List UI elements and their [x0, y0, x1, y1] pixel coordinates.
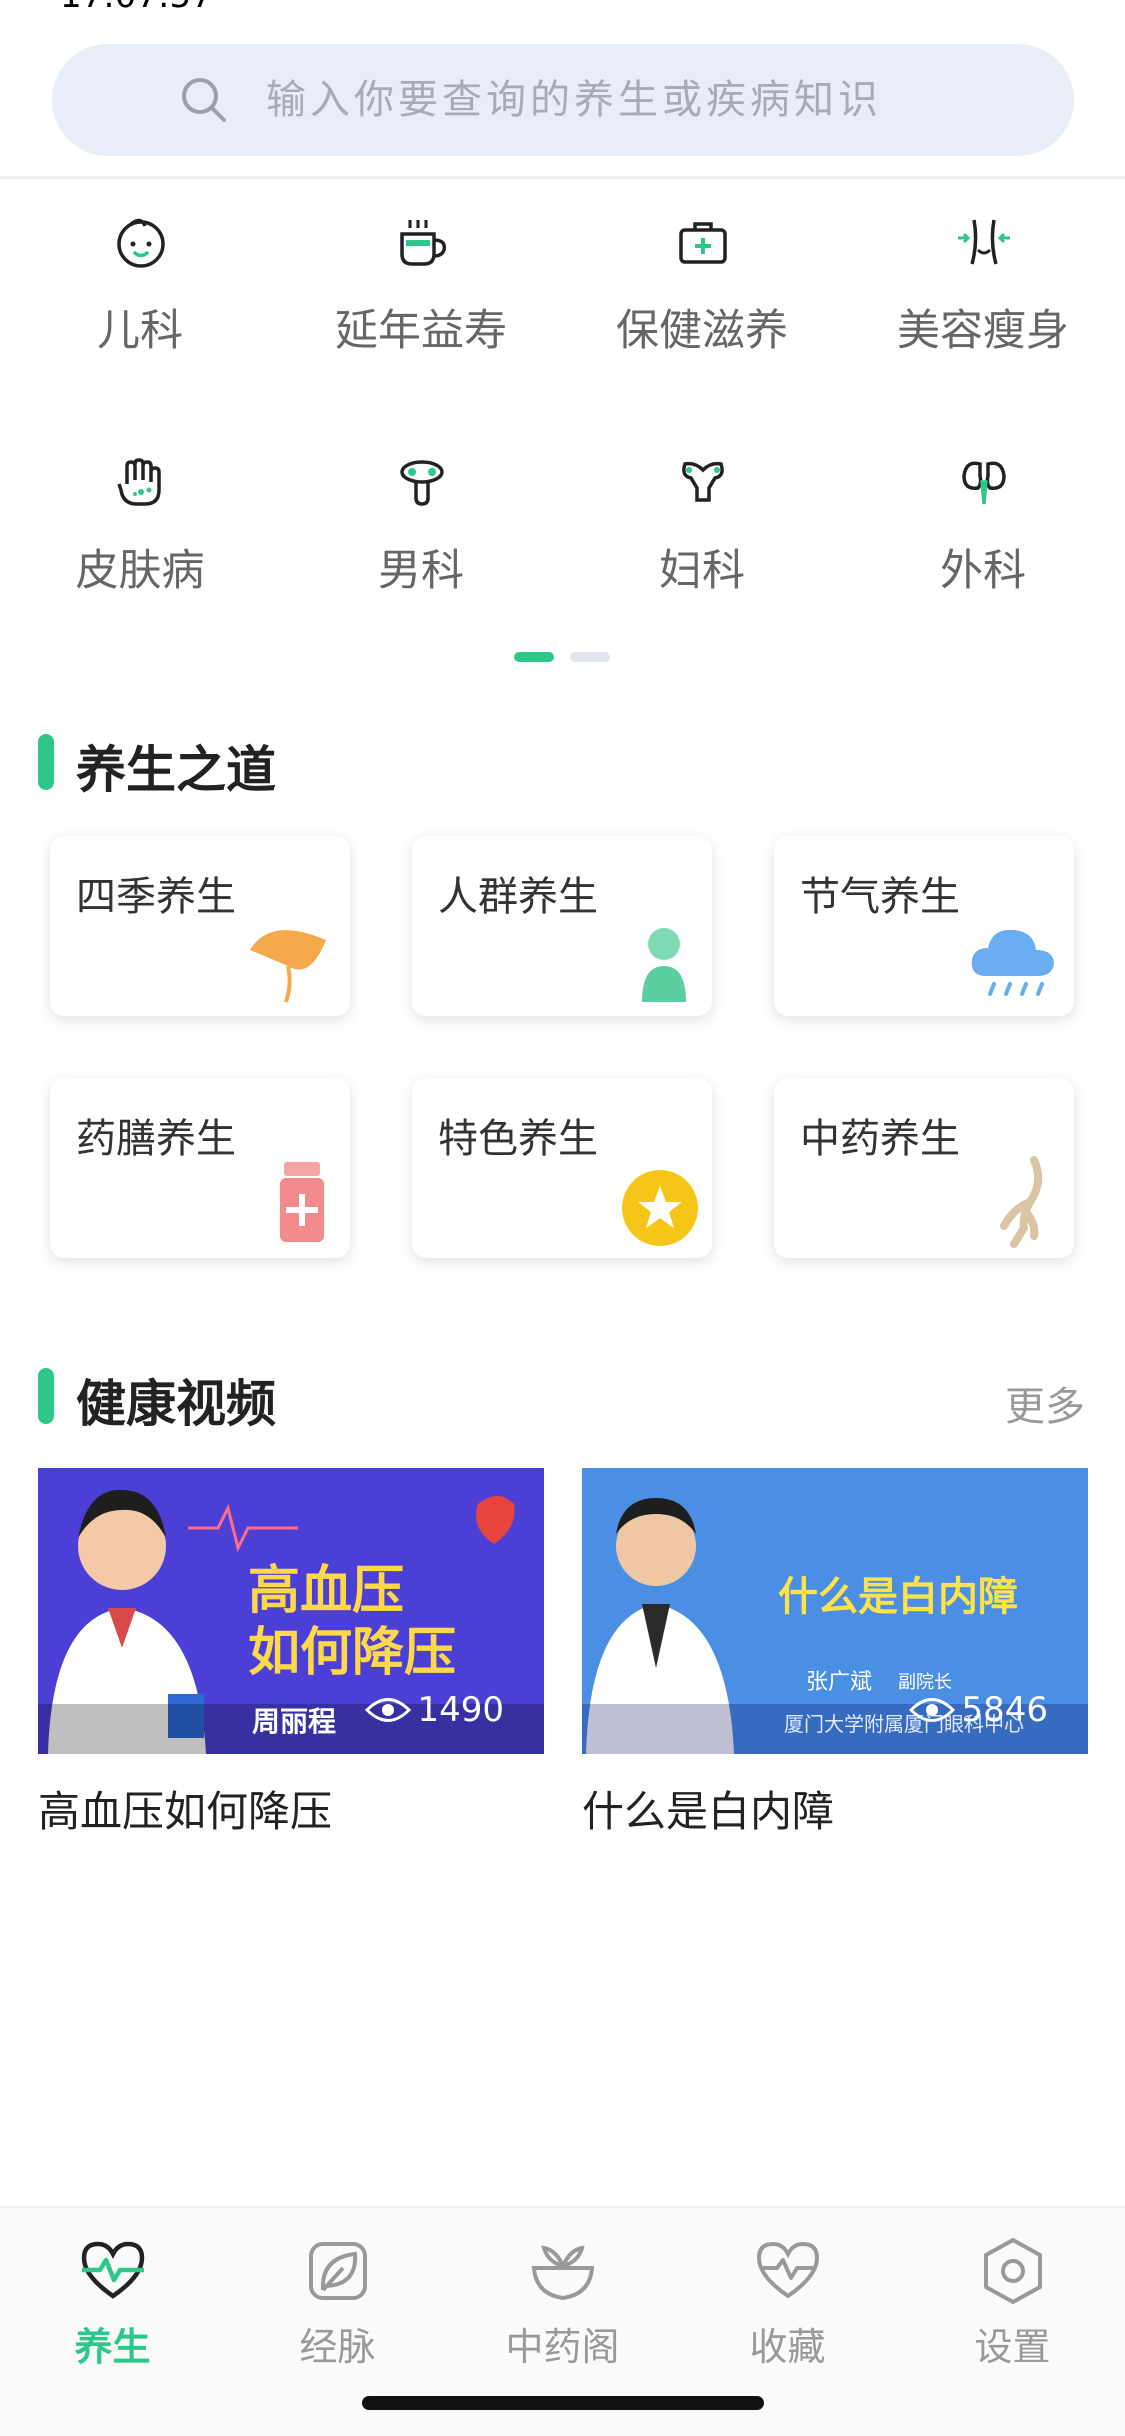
kidney-icon [962, 461, 1006, 505]
card-label: 四季养生 [76, 874, 236, 920]
category-label: 保健滋养 [616, 306, 788, 356]
eye-icon [365, 1698, 412, 1722]
section-accent-bar [38, 1368, 54, 1424]
search-icon [182, 78, 226, 122]
category-longevity[interactable]: 延年益寿 [281, 214, 561, 384]
medicine-bottle-icon [280, 1162, 324, 1242]
section-title-video: 健康视频 [76, 1375, 276, 1433]
card-population[interactable]: 人群养生 [412, 836, 712, 1016]
eye-icon [909, 1698, 956, 1722]
uterus-icon [682, 461, 724, 502]
card-label: 中药养生 [800, 1116, 960, 1162]
search-bar[interactable]: 输入你要查询的养生或疾病知识 [52, 44, 1074, 156]
category-healthcare[interactable]: 保健滋养 [562, 214, 842, 384]
medical-kit-icon [679, 222, 727, 264]
search-divider [0, 176, 1125, 179]
tab-favorites[interactable]: 收藏 [675, 2236, 900, 2376]
thumb-doctor: 周丽程 [252, 1705, 337, 1738]
thumb-title: 什么是白内障 [778, 1574, 1018, 1620]
pager-dot-active[interactable] [514, 652, 554, 662]
view-count-value: 1490 [417, 1690, 504, 1730]
card-label: 人群养生 [438, 874, 598, 920]
body-slim-icon [958, 219, 1010, 265]
category-label: 延年益寿 [335, 306, 507, 356]
leaf-icon [309, 2242, 367, 2300]
card-featured[interactable]: 特色养生 [412, 1078, 712, 1258]
card-medicinal-diet[interactable]: 药膳养生 [50, 1078, 350, 1258]
person-icon [642, 928, 686, 1002]
category-label: 美容瘦身 [897, 306, 1069, 356]
category-label: 妇科 [659, 546, 745, 596]
view-count: 1490 [365, 1690, 504, 1730]
ginkgo-leaf-icon [250, 930, 326, 1003]
video-card[interactable]: 什么是白内障 张广斌 副院长 厦门大学附属厦门眼科中心 5846 什么是白内障 [582, 1468, 1088, 1848]
card-seasonal[interactable]: 四季养生 [50, 836, 350, 1016]
category-surgery[interactable]: 外科 [843, 454, 1123, 624]
video-card[interactable]: 高血压 如何降压 周丽程 1490 高血压如何降压 [38, 1468, 544, 1848]
section-title-health: 养生之道 [76, 741, 276, 799]
rain-cloud-icon [971, 929, 1054, 996]
video-title[interactable]: 什么是白内障 [582, 1778, 834, 1839]
tab-label: 设置 [974, 2325, 1051, 2369]
card-label: 药膳养生 [76, 1116, 236, 1162]
video-title[interactable]: 高血压如何降压 [38, 1778, 332, 1839]
category-beauty[interactable]: 美容瘦身 [843, 214, 1123, 384]
category-pediatrics[interactable]: 儿科 [0, 214, 280, 384]
category-gynecology[interactable]: 妇科 [562, 454, 842, 624]
hand-skin-icon [117, 458, 161, 506]
more-link[interactable]: 更多 [1005, 1374, 1085, 1432]
tab-label: 经脉 [299, 2325, 376, 2369]
category-label: 男科 [378, 546, 464, 596]
search-placeholder: 输入你要查询的养生或疾病知识 [266, 77, 882, 123]
tab-label: 养生 [74, 2325, 151, 2369]
home-indicator[interactable] [362, 2396, 764, 2410]
category-label: 皮肤病 [75, 546, 205, 596]
ginseng-root-icon [1000, 1156, 1043, 1248]
male-organ-icon [400, 460, 444, 506]
tea-cup-icon [400, 220, 447, 266]
category-label: 儿科 [97, 306, 183, 356]
card-label: 节气养生 [800, 874, 960, 920]
thumb-title-line2: 如何降压 [248, 1623, 457, 1683]
card-herbal[interactable]: 中药养生 [774, 1078, 1074, 1258]
star-badge-icon [622, 1170, 698, 1246]
category-dermatology[interactable]: 皮肤病 [0, 454, 280, 624]
tab-meridian[interactable]: 经脉 [225, 2236, 450, 2376]
view-count: 5846 [909, 1690, 1048, 1730]
tab-label: 中药阁 [505, 2325, 620, 2369]
status-bar: 17:07:57 [0, 0, 1125, 16]
card-label: 特色养生 [438, 1116, 598, 1162]
heartbeat-icon [81, 2241, 145, 2299]
pager-dot[interactable] [570, 652, 610, 662]
section-accent-bar [38, 734, 54, 790]
category-label: 外科 [940, 546, 1026, 596]
tab-settings[interactable]: 设置 [900, 2236, 1125, 2376]
tab-health[interactable]: 养生 [0, 2236, 225, 2376]
settings-hexagon-icon [984, 2238, 1042, 2304]
tab-herb-pavilion[interactable]: 中药阁 [450, 2236, 675, 2376]
heart-pulse-icon [756, 2241, 820, 2299]
thumb-doctor: 张广斌 [806, 1670, 873, 1695]
view-count-value: 5846 [961, 1690, 1048, 1730]
status-time: 17:07:57 [60, 0, 213, 16]
baby-face-icon [117, 218, 165, 268]
card-solar-terms[interactable]: 节气养生 [774, 836, 1074, 1016]
herb-bowl-icon [531, 2245, 595, 2301]
category-andrology[interactable]: 男科 [281, 454, 561, 624]
tab-label: 收藏 [749, 2325, 826, 2369]
